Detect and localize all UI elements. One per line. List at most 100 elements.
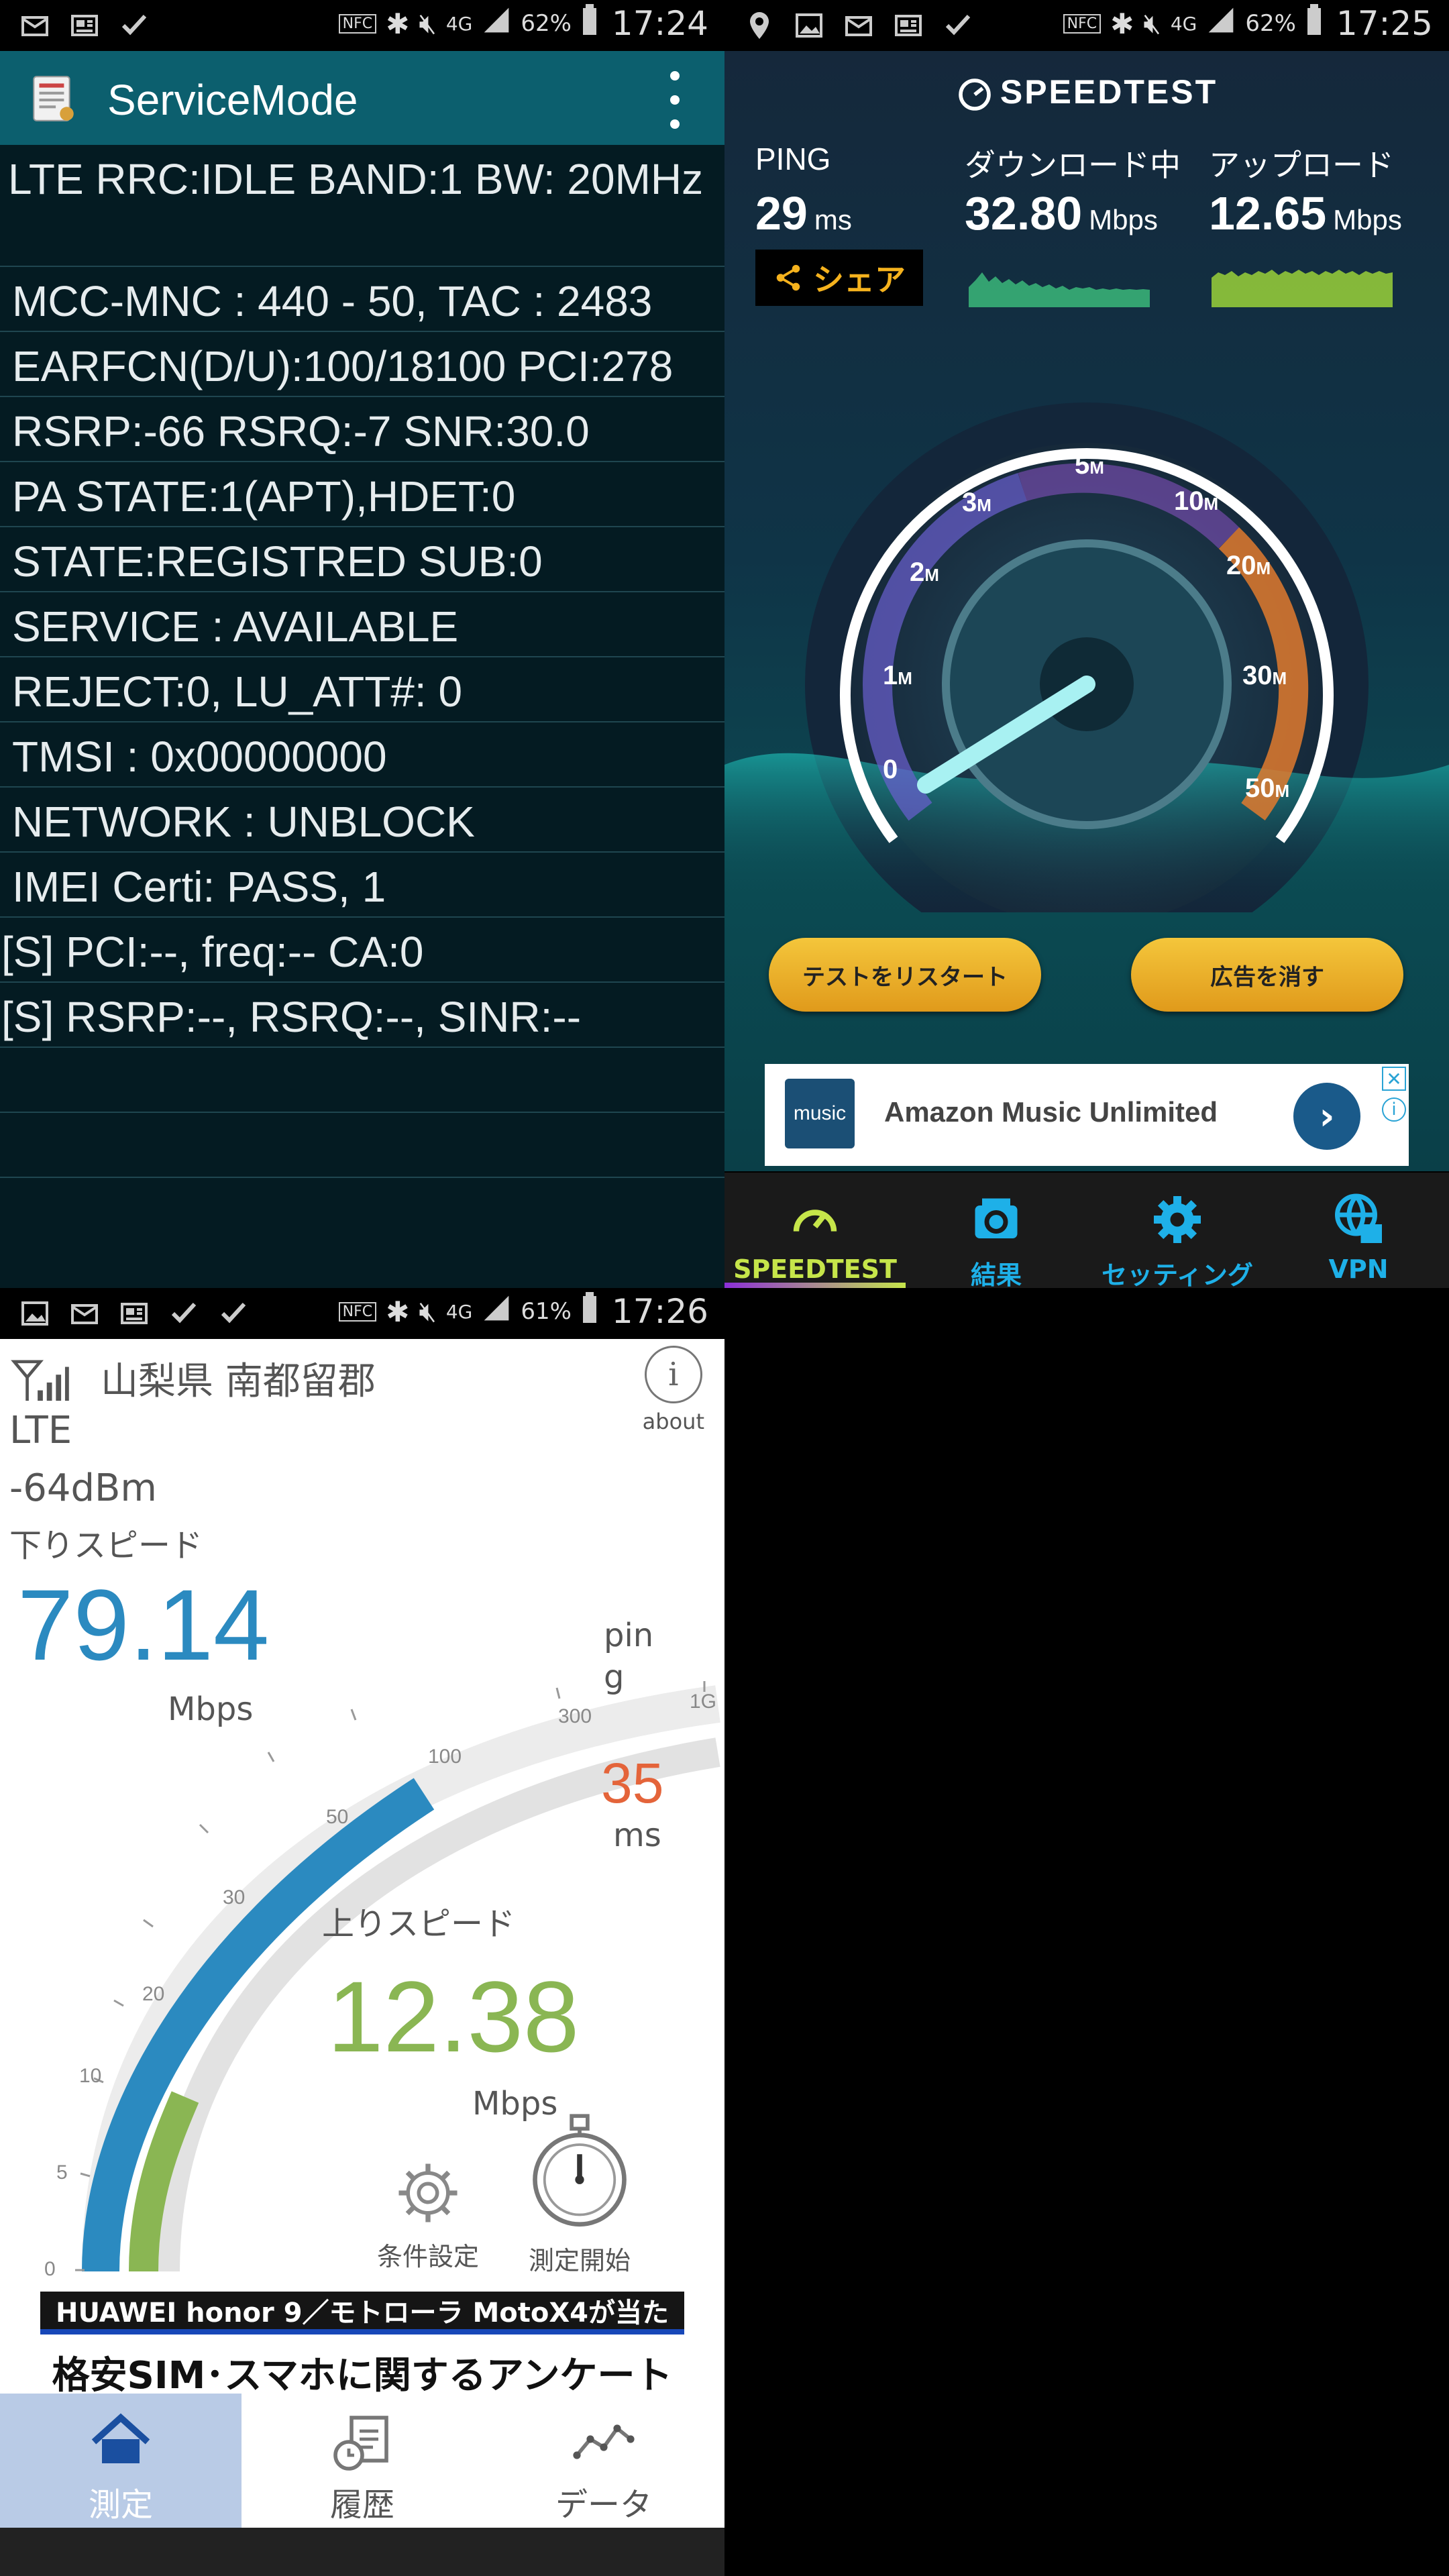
ad-arrow-button[interactable]: › <box>1293 1083 1360 1150</box>
nfc-icon: NFC <box>1063 13 1102 34</box>
scale-tick: 50 <box>326 1806 348 1828</box>
status-bar: NFC ✱ 🔇︎ 4G 62% 17:25 <box>724 0 1449 51</box>
nav-settings[interactable]: セッティング <box>1087 1191 1268 1288</box>
remove-ads-button[interactable]: 広告を消す <box>1131 938 1403 1012</box>
tab-data[interactable]: データ <box>483 2394 724 2528</box>
nav-speedtest[interactable]: SPEEDTEST <box>724 1191 906 1284</box>
list-item: STATE:REGISTRED SUB:0 <box>0 527 724 592</box>
tab-history[interactable]: 履歴 <box>241 2394 483 2528</box>
download-unit: Mbps <box>1089 204 1158 235</box>
nav-label: SPEEDTEST <box>733 1254 897 1284</box>
battery-percent: 62% <box>521 10 572 37</box>
status-bar: NFC ✱ 🔇︎ 4G 61% 17:26 <box>0 1288 724 1339</box>
ping-label-a: pin <box>604 1617 654 1654</box>
service-mode-app-icon <box>33 76 74 121</box>
news-icon <box>117 1296 152 1331</box>
scale-tick: 100 <box>428 1746 462 1768</box>
download-label: 下りスピード <box>9 1527 203 1564</box>
nfc-icon: NFC <box>338 1301 377 1322</box>
clock: 17:24 <box>611 4 708 43</box>
network-type-label: LTE <box>9 1409 72 1452</box>
overflow-menu-icon[interactable] <box>668 71 682 129</box>
mail-icon <box>67 1296 102 1331</box>
start-measure-button[interactable]: 測定開始 <box>513 2106 647 2277</box>
ad-banner[interactable]: HUAWEI honor 9／モトローラ MotoX4が当たる! 格安SIM･ス… <box>40 2292 684 2398</box>
nav-vpn[interactable]: VPN <box>1268 1191 1449 1284</box>
tab-label: データ <box>555 2486 652 2524</box>
list-item: NETWORK : UNBLOCK <box>0 788 724 853</box>
upload-label: 上りスピード <box>322 1905 516 1943</box>
bottom-nav: SPEEDTEST 結果 セッティング VPN <box>724 1173 1449 1288</box>
check-icon <box>941 8 975 43</box>
list-item: IMEI Certi: PASS, 1 <box>0 853 724 918</box>
network-type: 4G <box>1170 12 1197 35</box>
ad-text: Amazon Music Unlimited <box>884 1096 1218 1128</box>
battery-icon <box>1305 4 1323 43</box>
nav-label: 結果 <box>970 1260 1022 1288</box>
graph-icon <box>573 2424 635 2459</box>
signal-strength: -64dBm <box>9 1466 157 1510</box>
home-icon <box>91 2413 150 2463</box>
about-button[interactable]: i about <box>643 1346 704 1434</box>
empty-list-item <box>0 1048 724 1113</box>
list-item: TMSI : 0x00000000 <box>0 722 724 788</box>
location-text: 山梨県 南都留郡 <box>101 1360 376 1403</box>
scale-tick: 20 <box>142 1983 164 2005</box>
news-icon <box>67 8 102 43</box>
brand-text: SPEEDTEST <box>1000 73 1218 111</box>
list-item: LTE RRC:IDLE BAND:1 BW: 20MHz <box>0 145 724 267</box>
list-item: REJECT:0, LU_ATT#: 0 <box>0 657 724 722</box>
download-value: 32.80 Mbps <box>965 186 1158 240</box>
signal-icon <box>1206 5 1236 42</box>
settings-button[interactable]: 条件設定 <box>368 2156 488 2273</box>
download-number: 32.80 <box>965 187 1083 239</box>
ad-info-icon[interactable]: i <box>1382 1097 1406 1122</box>
vpn-globe-icon <box>1335 1193 1382 1243</box>
nav-results[interactable]: 結果 <box>906 1191 1087 1288</box>
check-icon <box>117 8 152 43</box>
upload-sparkline <box>1212 270 1393 307</box>
nav-label: VPN <box>1328 1254 1389 1284</box>
list-item: [S] PCI:--, freq:-- CA:0 <box>0 918 724 983</box>
check-icon <box>166 1296 201 1331</box>
app-bar: ServiceMode <box>0 51 724 145</box>
bottom-tabs: 測定 履歴 データ <box>0 2394 724 2528</box>
battery-percent: 62% <box>1245 10 1296 37</box>
clock: 17:26 <box>611 1292 708 1331</box>
service-mode-panel: NFC ✱ 🔇︎ 4G 62% 17:24 ServiceMode LTE RR… <box>0 0 724 1288</box>
stopwatch-icon <box>533 2114 627 2227</box>
speedtest-panel: NFC ✱ 🔇︎ 4G 62% 17:25 SPEEDTEST PING 29 m… <box>724 0 1449 1288</box>
speed-app-panel: NFC ✱ 🔇︎ 4G 61% 17:26 0 5 10 20 30 50 10… <box>0 1288 724 2576</box>
ad-close-icon[interactable]: ✕ <box>1382 1067 1406 1091</box>
list-item: RSRP:-66 RSRQ:-7 SNR:30.0 <box>0 397 724 462</box>
tab-measure[interactable]: 測定 <box>0 2394 241 2528</box>
results-icon <box>975 1198 1018 1238</box>
restart-test-button[interactable]: テストをリスタート <box>769 938 1041 1012</box>
battery-percent: 61% <box>521 1298 572 1325</box>
measurement-screen: 0 5 10 20 30 50 100 300 1G 山梨県 南都留郡 i ab… <box>0 1339 724 2576</box>
speed-gauge: 0 1M 2M 3M 5M 10M 20M 30M 50M <box>724 402 1449 912</box>
ad-banner[interactable]: music Amazon Music Unlimited › ✕ i <box>765 1064 1409 1166</box>
gauge-tick: 0 <box>883 755 898 784</box>
network-type: 4G <box>445 12 473 35</box>
bluetooth-icon: ✱ <box>1110 7 1134 40</box>
image-icon <box>17 1296 52 1331</box>
mute-icon: 🔇︎ <box>419 1295 437 1328</box>
gauge-icon <box>959 78 991 111</box>
ping-label-b: g <box>604 1658 625 1696</box>
list-item: SERVICE : AVAILABLE <box>0 592 724 657</box>
speedtest-brand: SPEEDTEST <box>724 72 1449 113</box>
scale-tick: 0 <box>44 2258 56 2280</box>
settings-label: 条件設定 <box>376 2242 479 2271</box>
mute-icon: 🔇︎ <box>419 7 437 40</box>
ad-line1: HUAWEI honor 9／モトローラ MotoX4が当たる! <box>40 2292 684 2371</box>
scale-tick: 5 <box>56 2161 68 2184</box>
signal-icon <box>482 5 511 42</box>
status-bar: NFC ✱ 🔇︎ 4G 62% 17:24 <box>0 0 724 51</box>
active-tab-indicator <box>724 1283 906 1288</box>
system-nav-bar <box>0 2528 724 2576</box>
share-button[interactable]: シェア <box>755 250 923 306</box>
share-icon <box>776 264 800 291</box>
upload-value: 12.65 Mbps <box>1209 186 1402 240</box>
ping-value: 35 <box>601 1752 664 1815</box>
